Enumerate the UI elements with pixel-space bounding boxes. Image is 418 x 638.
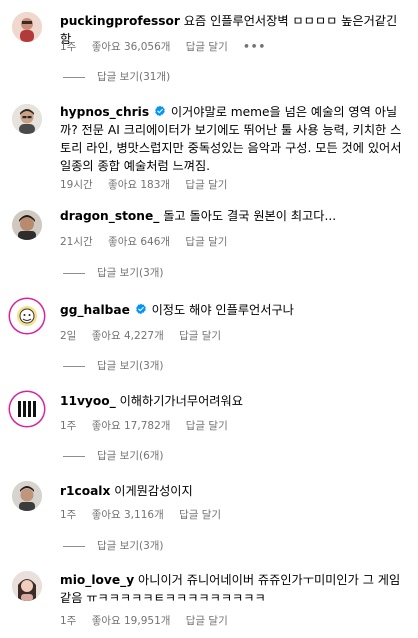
likes-count[interactable]: 좋아요 4,227개: [92, 330, 164, 342]
comment-meta: 1주 좋아요 17,782개 답글 달기: [60, 418, 240, 433]
view-replies-button[interactable]: 답글 보기(6개): [63, 448, 164, 463]
comment-username[interactable]: puckingprofessor: [60, 14, 180, 28]
comment-age: 1주: [60, 420, 77, 432]
avatar[interactable]: [12, 210, 42, 240]
comment-meta: 2일 좋아요 4,227개 답글 달기: [60, 328, 233, 343]
comment-meta: 1주 좋아요 36,056개 답글 달기 •••: [60, 39, 278, 54]
comment-username[interactable]: 11vyoo_: [60, 394, 116, 408]
divider-line: [63, 365, 85, 367]
comment-text: 이게뭔감성이지: [114, 484, 193, 498]
avatar-image: [12, 481, 42, 511]
avatar[interactable]: [12, 12, 42, 42]
avatar[interactable]: [12, 481, 42, 511]
avatar[interactable]: [12, 104, 42, 134]
avatar[interactable]: [12, 571, 42, 601]
reply-button[interactable]: 답글 달기: [186, 615, 228, 627]
comment-body: dragon_stone_ 돌고 돌아도 결국 원본이 최고다...: [60, 207, 404, 225]
likes-count[interactable]: 좋아요 183개: [108, 179, 170, 191]
avatar[interactable]: [12, 301, 42, 331]
verified-badge-icon: [135, 303, 147, 315]
avatar-image: [12, 571, 42, 601]
comment-username[interactable]: gg_halbae: [60, 303, 130, 317]
view-replies-label: 답글 보기(31개): [97, 71, 171, 83]
comment-age: 21시간: [60, 236, 93, 248]
likes-count[interactable]: 좋아요 36,056개: [92, 41, 171, 53]
likes-count[interactable]: 좋아요 17,782개: [92, 420, 171, 432]
comment-username[interactable]: dragon_stone_: [60, 209, 159, 223]
comment-username[interactable]: r1coalx: [60, 484, 110, 498]
divider-line: [63, 272, 85, 274]
reply-button[interactable]: 답글 달기: [186, 41, 228, 53]
reply-button[interactable]: 답글 달기: [186, 420, 228, 432]
comment-text: 이해하기가너무어려워요: [119, 394, 243, 408]
avatar[interactable]: [12, 394, 42, 424]
avatar-image: [12, 104, 42, 134]
view-replies-button[interactable]: 답글 보기(3개): [63, 358, 164, 373]
avatar-image: [12, 210, 42, 240]
divider-line: [63, 545, 85, 547]
comment-age: 1주: [60, 41, 77, 53]
comment-body: r1coalx 이게뭔감성이지: [60, 482, 404, 500]
likes-count[interactable]: 좋아요 19,951개: [92, 615, 171, 627]
comment-age: 1주: [60, 615, 77, 627]
comment-meta: 1주 좋아요 19,951개 답글 달기: [60, 613, 240, 628]
reply-button[interactable]: 답글 달기: [179, 509, 221, 521]
comment-age: 1주: [60, 509, 77, 521]
view-replies-button[interactable]: 답글 보기(3개): [63, 265, 164, 280]
comment-meta: 21시간 좋아요 646개 답글 달기: [60, 234, 239, 249]
reply-button[interactable]: 답글 달기: [185, 236, 227, 248]
likes-count[interactable]: 좋아요 646개: [108, 236, 170, 248]
comment-body: mio_love_y 아니이거 쥬니어네이버 쥬쥬인가ㅜ미미인가 그 게임 같음…: [60, 571, 404, 607]
view-replies-label: 답글 보기(6개): [97, 450, 164, 462]
comment-username[interactable]: hypnos_chris: [60, 105, 149, 119]
comment-meta: 19시간 좋아요 183개 답글 달기: [60, 177, 239, 192]
reply-button[interactable]: 답글 달기: [179, 330, 221, 342]
divider-line: [63, 455, 85, 457]
comment-body: gg_halbae 이정도 해야 인플루언서구나: [60, 301, 404, 319]
comment-username[interactable]: mio_love_y: [60, 573, 134, 587]
comment-text: 돌고 돌아도 결국 원본이 최고다...: [163, 209, 337, 223]
avatar-image: [12, 12, 42, 42]
view-replies-button[interactable]: 답글 보기(31개): [63, 69, 170, 84]
verified-badge-icon: [154, 105, 166, 117]
view-replies-label: 답글 보기(3개): [97, 267, 164, 279]
divider-line: [63, 76, 85, 78]
comment-body: 11vyoo_ 이해하기가너무어려워요: [60, 392, 404, 410]
view-replies-button[interactable]: 답글 보기(3개): [63, 538, 164, 553]
view-replies-label: 답글 보기(3개): [97, 540, 164, 552]
more-options-icon[interactable]: •••: [243, 41, 266, 53]
reply-button[interactable]: 답글 달기: [185, 179, 227, 191]
comment-body: hypnos_chris 이거야말로 meme을 넘은 예술의 영역 아닐까? …: [60, 103, 404, 175]
comment-age: 19시간: [60, 179, 93, 191]
view-replies-label: 답글 보기(3개): [97, 360, 164, 372]
likes-count[interactable]: 좋아요 3,116개: [92, 509, 164, 521]
avatar-image: [12, 301, 42, 331]
comment-text: 이정도 해야 인플루언서구나: [151, 303, 294, 317]
comment-age: 2일: [60, 330, 77, 342]
avatar-image: [12, 394, 42, 424]
comment-meta: 1주 좋아요 3,116개 답글 달기: [60, 507, 233, 522]
